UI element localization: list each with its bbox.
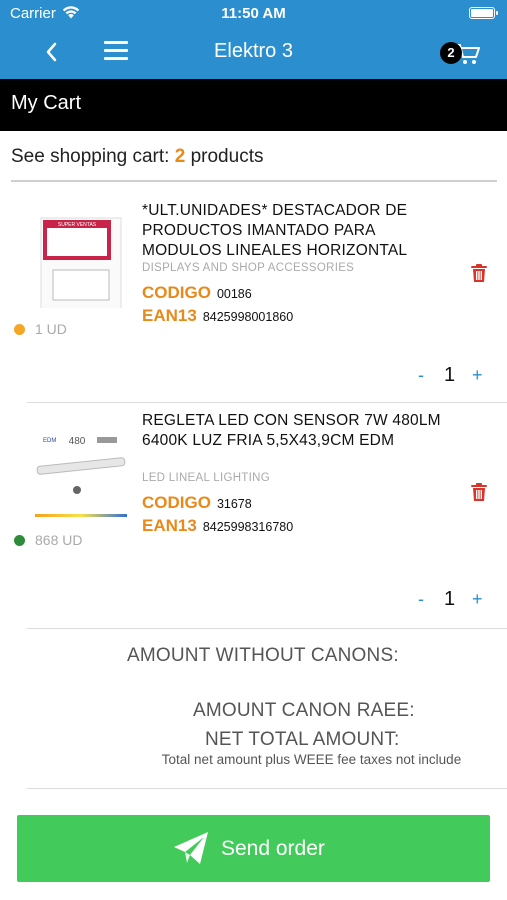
product-image[interactable]: SUPER VENTAS: [33, 212, 129, 308]
decrease-quantity-button[interactable]: -: [418, 589, 424, 610]
net-total-label: NET TOTAL AMOUNT:: [205, 729, 400, 750]
decrease-quantity-button[interactable]: -: [418, 365, 424, 386]
increase-quantity-button[interactable]: +: [472, 589, 483, 610]
send-order-button[interactable]: Send order: [17, 815, 490, 882]
send-order-label: Send order: [221, 837, 325, 860]
stock-dot: [14, 323, 25, 335]
status-bar: Carrier 11:50 AM: [0, 0, 507, 26]
trash-icon[interactable]: [470, 263, 488, 283]
section-header: My Cart: [0, 79, 507, 131]
divider: [11, 180, 497, 182]
ean-label: EAN13: [142, 306, 197, 325]
summary-count: 2: [174, 146, 186, 167]
product-image[interactable]: EDM 480: [33, 428, 129, 524]
cart-button[interactable]: 2: [440, 40, 482, 68]
trash-icon[interactable]: [470, 482, 488, 502]
codigo-value: 31678: [216, 497, 252, 511]
product-category: DISPLAYS AND SHOP ACCESSORIES: [142, 262, 355, 274]
fee-note: Total net amount plus WEEE fee taxes not…: [161, 752, 462, 767]
stock-indicator: 1 UD: [14, 321, 67, 337]
stock-indicator: 868 UD: [14, 532, 82, 548]
ean-value: 8425998316780: [202, 520, 294, 534]
svg-text:EDM: EDM: [43, 438, 56, 444]
thumb-caption: SUPER VENTAS: [58, 222, 97, 228]
codigo-row: CODIGO 31678: [142, 493, 252, 513]
codigo-label: CODIGO: [142, 493, 211, 512]
amount-without-canons-label: AMOUNT WITHOUT CANONS:: [127, 645, 399, 666]
battery-icon: [469, 7, 498, 19]
stock-label: 868 UD: [35, 532, 83, 548]
divider: [27, 628, 507, 629]
cart-count-badge: 2: [440, 42, 462, 64]
ean-value: 8425998001860: [202, 310, 294, 324]
amount-canon-raee-label: AMOUNT CANON RAEE:: [193, 700, 415, 721]
nav-bar: Elektro 3 2: [0, 26, 507, 79]
ean-label: EAN13: [142, 516, 197, 535]
quantity-value: 1: [444, 364, 456, 386]
quantity-stepper: - 1 +: [410, 588, 490, 613]
stock-label: 1 UD: [35, 321, 67, 337]
page-title: Elektro 3: [214, 40, 293, 62]
quantity-stepper: - 1 +: [410, 364, 490, 389]
cart-summary: See shopping cart: 2 products: [11, 146, 263, 168]
codigo-row: CODIGO 00186: [142, 283, 252, 303]
paper-plane-icon: [174, 832, 208, 864]
thumb-caption: 480: [69, 436, 86, 447]
summary-suffix: products: [190, 146, 264, 167]
product-title[interactable]: REGLETA LED CON SENSOR 7W 480LM 6400K LU…: [142, 411, 442, 451]
ean-row: EAN13 8425998001860: [142, 306, 293, 326]
divider: [27, 788, 507, 789]
ean-row: EAN13 8425998316780: [142, 516, 293, 536]
summary-prefix: See shopping cart:: [11, 146, 170, 167]
product-title[interactable]: *ULT.UNIDADES* DESTACADOR DE PRODUCTOS I…: [142, 201, 442, 261]
stock-dot: [14, 534, 25, 546]
codigo-value: 00186: [216, 287, 252, 301]
clock: 11:50 AM: [221, 5, 286, 22]
product-category: LED LINEAL LIGHTING: [142, 472, 270, 484]
divider: [27, 402, 507, 403]
quantity-value: 1: [444, 588, 456, 610]
codigo-label: CODIGO: [142, 283, 211, 302]
increase-quantity-button[interactable]: +: [472, 365, 483, 386]
